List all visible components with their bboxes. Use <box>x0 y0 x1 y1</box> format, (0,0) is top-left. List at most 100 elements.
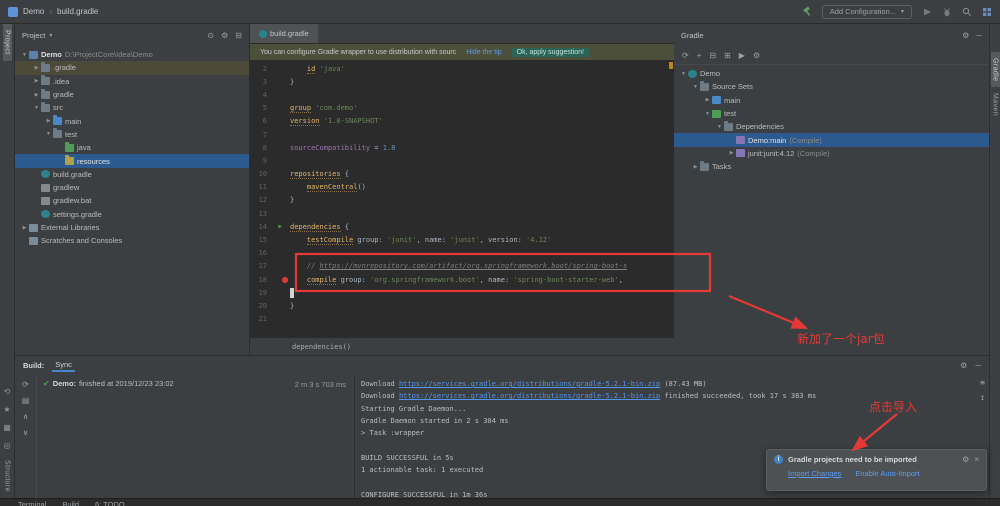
tree-item-demo[interactable]: ▼ Demo D:\ProjectCore\Idea\Demo <box>15 48 249 61</box>
chevron-right-icon[interactable]: ▶ <box>32 92 41 98</box>
locate-file-icon[interactable]: ⊙ <box>207 31 214 40</box>
tree-item-junit-junit-4-12[interactable]: ▶ junit:junit:4.12 (Compile) <box>674 147 989 160</box>
tool-stripe-project-button[interactable]: Project <box>2 24 12 61</box>
tree-item-gradle[interactable]: ▶ gradle <box>15 88 249 101</box>
expand-all-icon[interactable]: ⊞ <box>724 51 731 60</box>
build-grid-icon[interactable]: ▦ <box>3 423 11 432</box>
target-icon[interactable]: ◎ <box>4 441 11 450</box>
code-editor[interactable]: 2 id 'java' 3} 4 5 group 'com.demo' 6 version … <box>250 60 674 337</box>
chevron-right-icon[interactable]: ▶ <box>44 118 53 124</box>
gear-icon[interactable]: ⚙ <box>960 361 967 370</box>
hide-icon[interactable]: ─ <box>975 361 981 370</box>
scroll-to-end-icon[interactable]: ↧ <box>980 393 985 402</box>
statusbar-item-terminal[interactable]: Terminal <box>18 500 46 506</box>
code-line[interactable]: 7 <box>250 128 674 141</box>
tree-item-build-gradle[interactable]: build.gradle <box>15 168 249 181</box>
hide-icon[interactable]: ─ <box>976 31 982 40</box>
tree-item-external-libraries[interactable]: ▶ External Libraries <box>15 221 249 234</box>
code-line[interactable]: 14 ▶ dependencies { <box>250 220 674 233</box>
refresh-icon[interactable]: ⟳ <box>682 51 689 60</box>
chevron-down-icon[interactable]: ▼ <box>679 71 688 77</box>
favorites-star-icon[interactable]: ★ <box>3 405 10 414</box>
code-line[interactable]: 15 testCompile group: 'junit', name: 'ju… <box>250 233 674 246</box>
tree-item-main[interactable]: ▶ main <box>674 94 989 107</box>
code-line[interactable]: 3} <box>250 75 674 88</box>
statusbar-item-todo[interactable]: 6: TODO <box>95 500 125 506</box>
apply-suggestion-link[interactable]: Ok, apply suggestion! <box>511 47 589 57</box>
chevron-right-icon[interactable]: ▶ <box>32 65 41 71</box>
attach-project-icon[interactable]: + <box>697 51 702 60</box>
hide-tip-link[interactable]: Hide the tip <box>466 49 501 56</box>
enable-auto-import-link[interactable]: Enable Auto-Import <box>855 469 919 478</box>
tree-item-main[interactable]: ▶ main <box>15 114 249 127</box>
tree-item-source-sets[interactable]: ▼ Source Sets <box>674 80 989 93</box>
code-line[interactable]: 19 <box>250 286 674 299</box>
tree-item-src[interactable]: ▼ src <box>15 101 249 114</box>
tab-build-gradle[interactable]: build.gradle <box>250 24 318 43</box>
debug-bug-icon[interactable] <box>941 6 952 17</box>
code-line[interactable]: 20} <box>250 299 674 312</box>
tree-item-tasks[interactable]: ▶ Tasks <box>674 160 989 173</box>
code-line[interactable]: 21 <box>250 313 674 326</box>
console-link[interactable]: https://services.gradle.org/distribution… <box>399 380 660 388</box>
error-stripe-marker[interactable] <box>669 62 673 69</box>
chevron-down-icon[interactable]: ▼ <box>20 52 29 58</box>
tool-stripe-structure-button[interactable]: Structure <box>3 454 12 498</box>
tab-sync[interactable]: Sync <box>52 359 75 372</box>
tree-item-gradlew-bat[interactable]: gradlew.bat <box>15 194 249 207</box>
console-link[interactable]: https://services.gradle.org/distribution… <box>399 392 660 400</box>
code-line[interactable]: 4 <box>250 88 674 101</box>
code-line[interactable]: 16 <box>250 247 674 260</box>
gear-icon[interactable]: ⚙ <box>221 31 228 40</box>
code-line[interactable]: 11 mavenCentral() <box>250 181 674 194</box>
chevron-right-icon[interactable]: ▶ <box>20 225 29 231</box>
tree-item-java[interactable]: java <box>15 141 249 154</box>
tree-item-resources[interactable]: resources <box>15 154 249 168</box>
statusbar-item-build[interactable]: Build <box>62 500 79 506</box>
chevron-right-icon[interactable]: ▶ <box>727 150 736 156</box>
run-icon[interactable] <box>921 6 932 17</box>
collapse-all-icon[interactable]: ∨ <box>23 428 29 437</box>
chevron-down-icon[interactable]: ▼ <box>44 131 53 137</box>
run-task-icon[interactable]: ▶ <box>739 51 745 60</box>
code-line[interactable]: 18 compile group: 'org.springframework.b… <box>250 273 674 286</box>
filter-icon[interactable]: ▤ <box>22 396 30 405</box>
chevron-down-icon[interactable]: ▼ <box>703 111 712 117</box>
run-line-icon[interactable]: ▶ <box>270 223 290 230</box>
chevron-right-icon[interactable]: ▶ <box>703 97 712 103</box>
tree-item-gradlew[interactable]: gradlew <box>15 181 249 194</box>
toolwindow-grid-icon[interactable] <box>981 6 992 17</box>
tree-item-gradle[interactable]: ▶ .gradle <box>15 61 249 75</box>
tree-item-dependencies[interactable]: ▼ Dependencies <box>674 120 989 133</box>
collapse-all-icon[interactable]: ⊟ <box>235 31 242 40</box>
tool-stripe-maven-button[interactable]: Maven <box>991 87 1000 122</box>
code-line[interactable]: 5 group 'com.demo' <box>250 102 674 115</box>
gear-icon[interactable]: ⚙ <box>962 455 969 464</box>
add-configuration-button[interactable]: Add Configuration... ▾ <box>821 4 912 19</box>
gear-icon[interactable]: ⚙ <box>962 31 969 40</box>
tree-item-test[interactable]: ▼ test <box>15 128 249 141</box>
code-line[interactable]: 13 <box>250 207 674 220</box>
tool-stripe-gradle-button[interactable]: Gradle <box>990 52 1000 88</box>
tree-item-demo[interactable]: ▼ Demo <box>674 67 989 80</box>
tree-item-demo-main[interactable]: Demo:main (Compile) <box>674 133 989 147</box>
tree-item-test[interactable]: ▼ test <box>674 107 989 120</box>
chevron-down-icon[interactable]: ▼ <box>691 84 700 90</box>
search-icon[interactable] <box>961 6 972 17</box>
code-line[interactable]: 6 version '1.0-SNAPSHOT' <box>250 115 674 128</box>
rerun-icon[interactable]: ⟳ <box>22 380 29 389</box>
close-icon[interactable]: × <box>974 455 979 464</box>
breadcrumb-file[interactable]: build.gradle <box>57 7 98 16</box>
build-hammer-icon[interactable] <box>802 6 813 17</box>
chevron-down-icon[interactable]: ▼ <box>32 105 41 111</box>
code-line[interactable]: 2 id 'java' <box>250 62 674 75</box>
import-changes-link[interactable]: Import Changes <box>788 469 841 478</box>
code-line[interactable]: 9 <box>250 154 674 167</box>
tree-item-settings-gradle[interactable]: settings.gradle <box>15 208 249 221</box>
tree-item-idea[interactable]: ▶ .idea <box>15 75 249 88</box>
breadcrumb-project[interactable]: Demo <box>23 7 44 16</box>
app-icon[interactable] <box>8 6 18 17</box>
chevron-right-icon[interactable]: ▶ <box>691 164 700 170</box>
code-line[interactable]: 10 repositories { <box>250 168 674 181</box>
chevron-down-icon[interactable]: ▼ <box>715 124 724 130</box>
